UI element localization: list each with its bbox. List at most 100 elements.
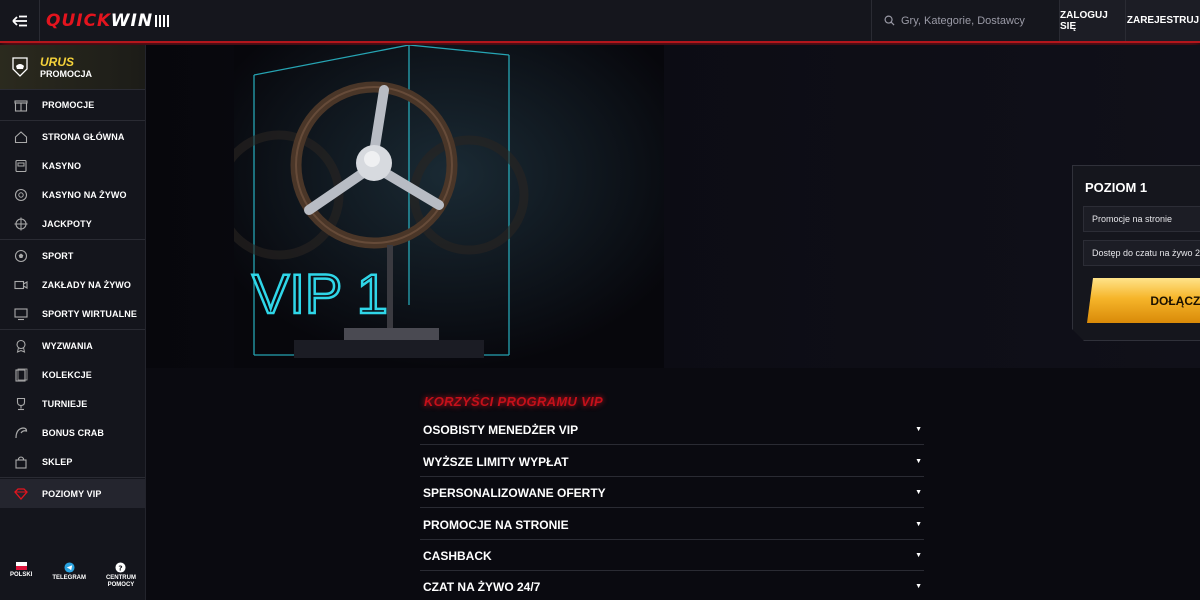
ball-icon — [14, 249, 28, 262]
vip-neon-sign: VIP 1 — [252, 262, 388, 325]
sidebar-item-sporty-wirtualne[interactable]: SPORTY WIRTUALNE — [0, 299, 145, 328]
language-selector[interactable]: POLSKI — [10, 562, 32, 579]
sidebar-item-label: KASYNO NA ŻYWO — [42, 189, 127, 200]
sidebar-item-kasyno[interactable]: KASYNO — [0, 151, 145, 180]
virtual-icon — [14, 307, 28, 320]
sidebar-item-label: PROMOCJE — [42, 99, 95, 110]
vip-perk: Promocje na stronie — [1083, 206, 1200, 232]
benefit-accordion-item[interactable]: SPERSONALIZOWANE OFERTY ▼ — [420, 478, 924, 508]
menu-toggle-button[interactable] — [0, 0, 40, 41]
claw-icon — [15, 426, 28, 438]
benefit-accordion-item[interactable]: WYŻSZE LIMITY WYPŁAT ▼ — [420, 447, 924, 477]
sidebar-item-label: SPORTY WIRTUALNE — [42, 308, 137, 319]
logo-bars-icon — [155, 14, 170, 27]
sidebar-item-sport[interactable]: SPORT — [0, 241, 145, 270]
promo-title: URUS — [40, 55, 75, 69]
sidebar-item-label: WYZWANIA — [42, 340, 93, 351]
search-icon — [884, 15, 895, 26]
search-input[interactable] — [901, 14, 1051, 27]
sidebar-item-sklep[interactable]: SKLEP — [0, 447, 145, 476]
medal-icon — [16, 339, 26, 353]
register-button[interactable]: ZAREJESTRUJ — [1125, 0, 1200, 41]
benefit-label: CASHBACK — [423, 548, 492, 563]
benefit-label: SPERSONALIZOWANE OFERTY — [423, 485, 606, 500]
slot-machine-icon — [15, 159, 27, 172]
benefit-accordion-item[interactable]: OSOBISTY MENEDŻER VIP ▼ — [420, 415, 924, 445]
benefit-accordion-item[interactable]: CZAT NA ŻYWO 24/7 ▼ — [420, 572, 924, 600]
sidebar-item-label: KASYNO — [42, 160, 82, 171]
divider — [0, 477, 145, 478]
vip-benefits-title: KORZYŚCI PROGRAMU VIP — [424, 394, 603, 409]
sidebar-item-label: STRONA GŁÓWNA — [42, 131, 125, 142]
sidebar-item-wyzwania[interactable]: WYZWANIA — [0, 331, 145, 360]
sidebar-item-home[interactable]: STRONA GŁÓWNA — [0, 122, 145, 151]
site-logo[interactable]: QUICKWIN — [46, 10, 170, 31]
poland-flag-icon — [15, 562, 27, 570]
video-icon — [14, 280, 28, 289]
telegram-link[interactable]: TELEGRAM — [52, 562, 86, 582]
benefit-accordion-item[interactable]: PROMOCJE NA STRONIE ▼ — [420, 510, 924, 540]
gift-icon — [14, 99, 28, 112]
top-header: QUICKWIN ZALOGUJ SIĘ ZAREJESTRUJ — [0, 0, 1200, 43]
sidebar-item-bonus-crab[interactable]: BONUS CRAB — [0, 418, 145, 447]
sidebar-item-kasyno-live[interactable]: KASYNO NA ŻYWO — [0, 180, 145, 209]
caret-down-icon: ▼ — [915, 552, 922, 559]
divider — [0, 120, 145, 121]
sidebar-item-label: JACKPOTY — [42, 218, 92, 229]
bull-shield-icon — [12, 57, 28, 77]
caret-down-icon: ▼ — [915, 426, 922, 433]
sidebar-promo-urus[interactable]: URUS PROMOCJA — [0, 45, 145, 90]
sidebar-item-kolekcje[interactable]: KOLEKCJE — [0, 360, 145, 389]
benefit-label: PROMOCJE NA STRONIE — [423, 517, 569, 532]
sidebar-item-label: BONUS CRAB — [42, 427, 105, 438]
benefit-accordion-item[interactable]: CASHBACK ▼ — [420, 541, 924, 571]
vip-display-case-image: VIP 1 — [234, 45, 664, 368]
sidebar-item-label: TURNIEJE — [42, 398, 88, 409]
caret-down-icon: ▼ — [915, 489, 922, 496]
sidebar: URUS PROMOCJA PROMOCJE STRONA GŁÓWNA KAS… — [0, 45, 146, 600]
caret-down-icon: ▼ — [915, 458, 922, 465]
sidebar-item-label: KOLEKCJE — [42, 369, 92, 380]
sidebar-item-turnieje[interactable]: TURNIEJE — [0, 389, 145, 418]
trophy-icon — [16, 397, 26, 410]
sidebar-footer: POLSKI TELEGRAM ? CENTRUM POMOCY — [0, 558, 146, 600]
login-button[interactable]: ZALOGUJ SIĘ — [1059, 0, 1125, 41]
menu-back-icon — [11, 15, 27, 26]
language-label: POLSKI — [9, 572, 33, 578]
cards-icon — [15, 368, 28, 382]
help-label-1: CENTRUM — [105, 575, 136, 581]
home-icon — [14, 130, 28, 143]
sidebar-item-label: POZIOMY VIP — [42, 488, 102, 499]
sidebar-item-label: SPORT — [42, 250, 74, 261]
target-icon — [14, 217, 28, 230]
join-now-button[interactable]: DOŁĄCZ TERAZ — [1087, 278, 1200, 323]
hero-banner: VIP 1 POZIOM 1 Promocje na stronie Dostę… — [146, 45, 1200, 368]
vip-level-panel: POZIOM 1 Promocje na stronie Dostęp do c… — [1072, 165, 1200, 341]
bag-icon — [15, 455, 27, 469]
logo-win: WIN — [110, 10, 154, 31]
help-label-2: POMOCY — [107, 582, 135, 588]
divider — [0, 329, 145, 330]
search-box[interactable] — [871, 0, 1059, 41]
vip-level-title: POZIOM 1 — [1085, 180, 1148, 195]
help-center-link[interactable]: ? CENTRUM POMOCY — [106, 562, 136, 589]
sidebar-item-zaklady-live[interactable]: ZAKŁADY NA ŻYWO — [0, 270, 145, 299]
sidebar-item-label: SKLEP — [42, 456, 73, 467]
question-icon: ? — [115, 562, 127, 573]
logo-quick: QUICK — [46, 10, 111, 31]
benefit-label: OSOBISTY MENEDŻER VIP — [423, 422, 579, 437]
sidebar-item-label: ZAKŁADY NA ŻYWO — [42, 279, 131, 290]
telegram-icon — [64, 562, 75, 573]
sidebar-item-jackpoty[interactable]: JACKPOTY — [0, 209, 145, 238]
benefit-label: CZAT NA ŻYWO 24/7 — [423, 579, 541, 594]
sidebar-item-promocje[interactable]: PROMOCJE — [0, 90, 145, 119]
svg-text:?: ? — [119, 563, 123, 572]
telegram-label: TELEGRAM — [52, 575, 86, 581]
caret-down-icon: ▼ — [915, 583, 922, 590]
caret-down-icon: ▼ — [915, 521, 922, 528]
sidebar-item-poziomy-vip[interactable]: POZIOMY VIP — [0, 479, 145, 508]
vip-perk: Dostęp do czatu na żywo 24/7 — [1083, 240, 1200, 266]
chip-icon — [14, 188, 28, 201]
benefit-label: WYŻSZE LIMITY WYPŁAT — [423, 454, 569, 469]
divider — [0, 239, 145, 240]
